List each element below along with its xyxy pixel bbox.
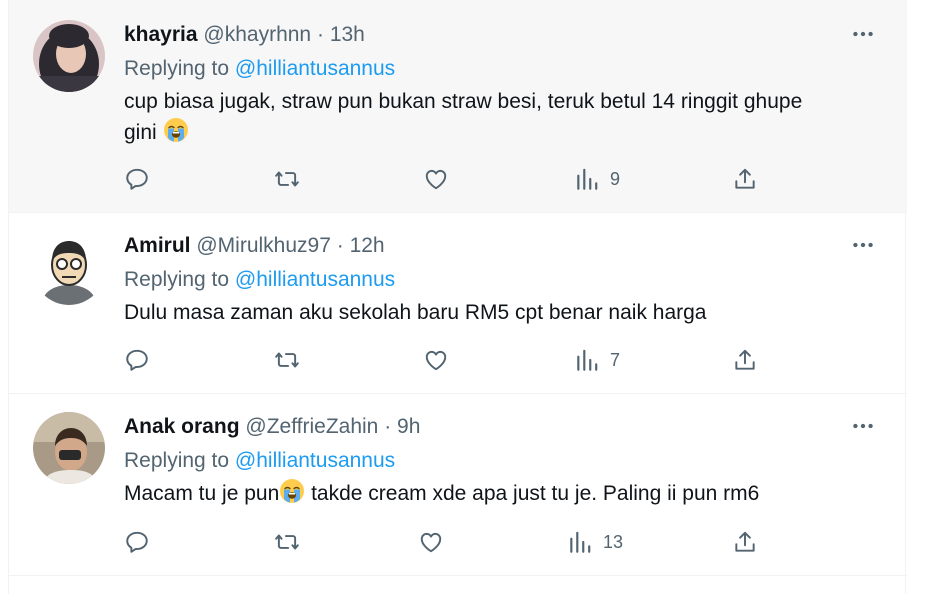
timestamp[interactable]: 9h bbox=[397, 415, 420, 438]
share-button[interactable] bbox=[732, 164, 758, 194]
retweet-icon bbox=[274, 166, 300, 192]
tweet-header: khayria @khayrhnn · 13h bbox=[124, 22, 365, 48]
like-icon bbox=[423, 347, 449, 373]
display-name[interactable]: Amirul bbox=[124, 234, 191, 257]
share-icon bbox=[732, 166, 758, 192]
tweet-text-line: cup biasa jugak, straw pun bukan straw b… bbox=[124, 90, 803, 113]
views-icon bbox=[567, 529, 593, 555]
user-handle[interactable]: @khayrhnn bbox=[203, 23, 311, 46]
replying-to-label: Replying to bbox=[124, 268, 230, 291]
retweet-button[interactable] bbox=[274, 345, 300, 375]
more-icon bbox=[850, 413, 876, 439]
tweet-text-part: Macam tu je pun bbox=[124, 482, 280, 505]
reply-icon bbox=[124, 347, 150, 373]
tweet-header: Anak orang @ZeffrieZahin · 9h bbox=[124, 414, 420, 440]
tweet-header: Amirul @Mirulkhuz97 · 12h bbox=[124, 233, 385, 259]
retweet-button[interactable] bbox=[274, 527, 300, 557]
replying-to-label: Replying to bbox=[124, 57, 230, 80]
replying-to-link[interactable]: @hilliantusannus bbox=[235, 268, 395, 291]
views-count: 7 bbox=[610, 349, 621, 370]
retweet-icon bbox=[274, 347, 300, 373]
like-button[interactable] bbox=[423, 345, 449, 375]
crying-face-emoji bbox=[279, 478, 305, 504]
next-tweet-partial bbox=[9, 576, 907, 594]
share-button[interactable] bbox=[732, 345, 758, 375]
user-handle[interactable]: @ZeffrieZahin bbox=[245, 415, 378, 438]
timestamp[interactable]: 13h bbox=[330, 23, 365, 46]
replying-to-link[interactable]: @hilliantusannus bbox=[235, 57, 395, 80]
reply-icon bbox=[124, 529, 150, 555]
replying-to: Replying to @hilliantusannus bbox=[124, 448, 395, 474]
crying-face-emoji bbox=[163, 117, 189, 143]
reply-tweet[interactable]: khayria @khayrhnn · 13h Replying to @hil… bbox=[9, 0, 907, 213]
action-bar: 9 bbox=[124, 164, 784, 194]
replying-to: Replying to @hilliantusannus bbox=[124, 267, 395, 293]
replying-to: Replying to @hilliantusannus bbox=[124, 56, 395, 82]
more-icon bbox=[850, 232, 876, 258]
reply-button[interactable] bbox=[124, 345, 150, 375]
display-name[interactable]: khayria bbox=[124, 23, 198, 46]
views-count: 9 bbox=[610, 168, 621, 189]
separator-dot: · bbox=[384, 415, 392, 438]
tweet-text-line: gini bbox=[124, 117, 884, 148]
like-icon bbox=[418, 529, 444, 555]
share-icon bbox=[732, 529, 758, 555]
views-button[interactable]: 7 bbox=[574, 345, 620, 375]
share-icon bbox=[732, 347, 758, 373]
more-options-button[interactable] bbox=[849, 412, 877, 440]
user-handle[interactable]: @Mirulkhuz97 bbox=[196, 234, 331, 257]
reply-feed: khayria @khayrhnn · 13h Replying to @hil… bbox=[8, 0, 907, 594]
retweet-button[interactable] bbox=[274, 164, 300, 194]
reply-icon bbox=[124, 166, 150, 192]
separator-dot: · bbox=[336, 234, 344, 257]
action-bar: 13 bbox=[124, 527, 784, 557]
replying-to-label: Replying to bbox=[124, 449, 230, 472]
views-count: 13 bbox=[603, 531, 624, 552]
views-icon bbox=[574, 166, 600, 192]
more-icon bbox=[850, 21, 876, 47]
display-name[interactable]: Anak orang bbox=[124, 415, 240, 438]
like-icon bbox=[423, 166, 449, 192]
tweet-text-part: takde cream xde apa just tu je. Paling i… bbox=[305, 482, 760, 505]
avatar[interactable] bbox=[33, 412, 105, 484]
avatar[interactable] bbox=[33, 20, 105, 92]
timestamp[interactable]: 12h bbox=[350, 234, 385, 257]
action-bar: 7 bbox=[124, 345, 784, 375]
like-button[interactable] bbox=[423, 164, 449, 194]
more-options-button[interactable] bbox=[849, 231, 877, 259]
views-icon bbox=[574, 347, 600, 373]
replying-to-link[interactable]: @hilliantusannus bbox=[235, 449, 395, 472]
reply-button[interactable] bbox=[124, 527, 150, 557]
reply-tweet[interactable]: Anak orang @ZeffrieZahin · 9h Replying t… bbox=[9, 394, 907, 576]
like-button[interactable] bbox=[418, 527, 444, 557]
reply-tweet[interactable]: Amirul @Mirulkhuz97 · 12h Replying to @h… bbox=[9, 213, 907, 394]
retweet-icon bbox=[274, 529, 300, 555]
tweet-text-word: gini bbox=[124, 121, 157, 144]
tweet-text: cup biasa jugak, straw pun bukan straw b… bbox=[124, 86, 884, 148]
views-button[interactable]: 13 bbox=[567, 527, 623, 557]
separator-dot: · bbox=[316, 23, 324, 46]
tweet-text: Macam tu je pun takde cream xde apa just… bbox=[124, 478, 884, 509]
avatar[interactable] bbox=[33, 233, 105, 305]
share-button[interactable] bbox=[732, 527, 758, 557]
views-button[interactable]: 9 bbox=[574, 164, 620, 194]
more-options-button[interactable] bbox=[849, 20, 877, 48]
reply-button[interactable] bbox=[124, 164, 150, 194]
tweet-text: Dulu masa zaman aku sekolah baru RM5 cpt… bbox=[124, 301, 707, 324]
